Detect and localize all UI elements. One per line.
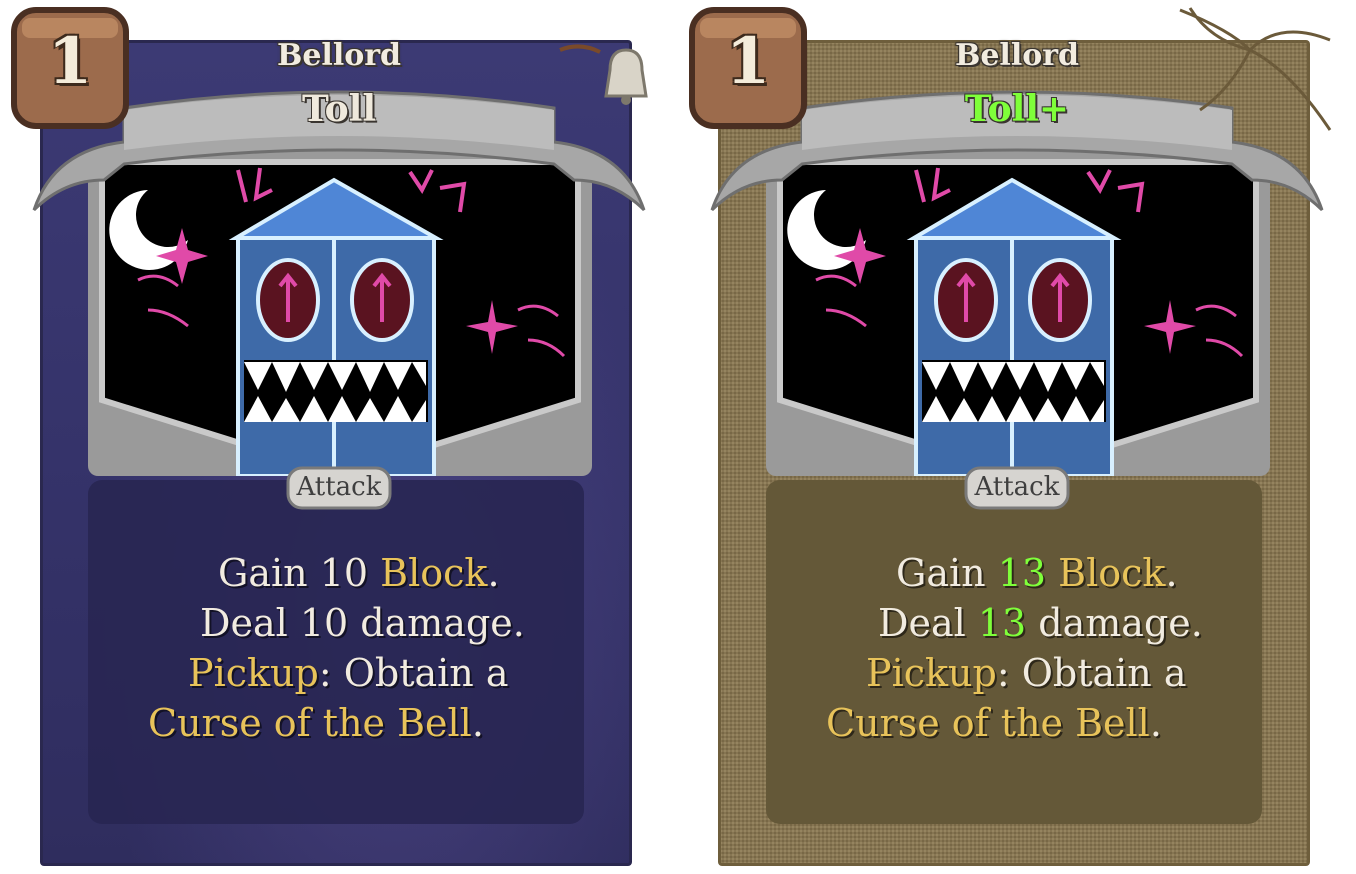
upgraded-value: 13 [977,601,1027,645]
description-line: Curse of the Bell. [148,701,484,745]
card-toll[interactable]: 1 Bellord Toll Attack Gain 10 Block. Dea… [0,0,678,874]
keyword-curse: Curse of the Bell [826,701,1150,745]
upgraded-value: 13 [997,551,1047,595]
description-line: Pickup: Obtain a [188,651,509,695]
keyword-block: Block [380,551,488,595]
description-line: Gain 13 Block. [896,551,1178,595]
description-line: Pickup: Obtain a [866,651,1187,695]
card-title: Toll [301,88,377,130]
card-description: Gain 13 Block. Deal 13 damage. Pickup: O… [766,548,1270,748]
card-type-label: Attack [296,472,382,502]
description-line: Curse of the Bell. [826,701,1162,745]
description-line: Deal 13 damage. [878,601,1203,645]
description-line: Deal 10 damage. [200,601,525,645]
keyword-pickup: Pickup [188,651,319,695]
twine-bow-icon [1179,7,1332,131]
keyword-block: Block [1058,551,1166,595]
keyword-curse: Curse of the Bell [148,701,472,745]
card-description: Gain 10 Block. Deal 10 damage. Pickup: O… [88,548,592,748]
description-line: Gain 10 Block. [218,551,500,595]
card-type-label: Attack [974,472,1060,502]
card-class-label: Bellord [276,38,402,73]
keyword-pickup: Pickup [866,651,997,695]
